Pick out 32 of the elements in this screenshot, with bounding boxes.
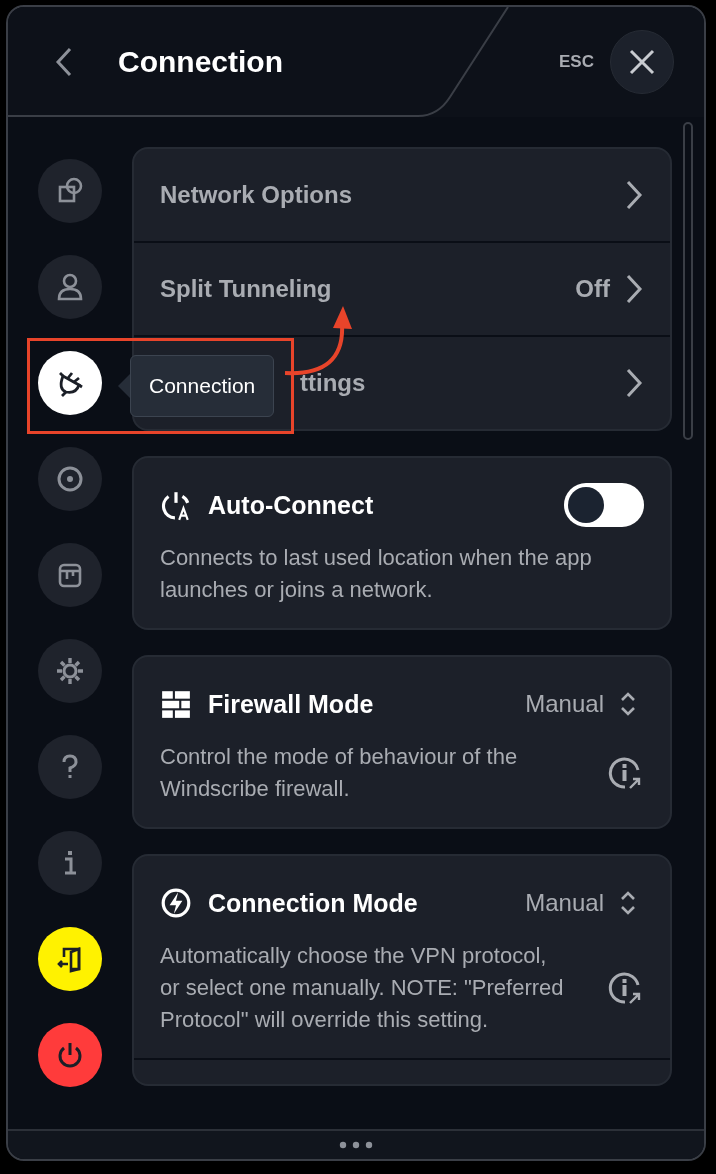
setting-title: Auto-Connect <box>208 490 374 520</box>
esc-label: ESC <box>559 52 594 72</box>
up-down-icon[interactable] <box>618 690 638 718</box>
select-value[interactable]: Manual <box>525 690 604 718</box>
tooltip-pointer <box>118 374 130 398</box>
more-dots-icon[interactable] <box>339 1141 373 1149</box>
auto-connect-icon <box>160 489 192 521</box>
setting-description: Automatically choose the VPN protocol, or select one manually. NOTE: "Preferred Protocol" will override this setting. <box>160 942 565 1034</box>
row-label: ttings <box>300 369 366 397</box>
setting-title: Connection Mode <box>208 888 418 918</box>
page-title: Connection <box>118 45 283 79</box>
row-label: Network Options <box>160 181 352 209</box>
menu-row[interactable]: Network Options <box>134 149 670 241</box>
row-label: Split Tunneling <box>160 275 332 303</box>
info-icon[interactable] <box>608 971 642 1005</box>
setting-description: Connects to last used location when the app launches or joins a network. <box>160 544 593 604</box>
select-value[interactable]: Manual <box>525 889 604 917</box>
chevron-right-icon <box>624 178 644 212</box>
setting-description: Control the mode of behaviour of the Windscribe firewall. <box>160 743 519 803</box>
chevron-right-icon <box>624 272 644 306</box>
lightning-icon <box>160 887 192 919</box>
info-icon[interactable] <box>608 756 642 790</box>
chevron-right-icon <box>624 366 644 400</box>
firewall-icon <box>160 688 192 720</box>
setting-title: Firewall Mode <box>208 689 374 719</box>
toggle-switch[interactable] <box>564 483 644 527</box>
tooltip: Connection <box>130 355 275 417</box>
settings-icon <box>54 655 86 687</box>
close-icon <box>628 48 656 76</box>
scrollbar[interactable] <box>683 122 693 440</box>
up-down-icon[interactable] <box>618 889 638 917</box>
row-value: Off <box>575 275 610 303</box>
